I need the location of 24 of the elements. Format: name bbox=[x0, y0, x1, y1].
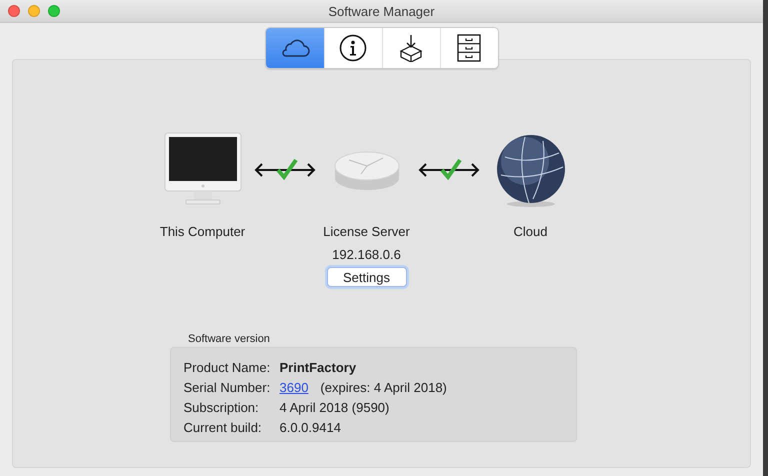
field-label: Subscription: bbox=[184, 400, 260, 415]
field-value: (expires: 4 April 2018) bbox=[320, 380, 447, 395]
info-icon bbox=[339, 34, 367, 62]
close-button[interactable] bbox=[8, 5, 20, 17]
field-label: Current build: bbox=[184, 420, 263, 435]
globe-icon bbox=[494, 133, 566, 207]
node-label: License Server bbox=[323, 224, 410, 239]
toolbar-tab[interactable] bbox=[440, 28, 498, 68]
settings-button[interactable]: Settings bbox=[326, 267, 406, 287]
toolbar-tab[interactable] bbox=[324, 28, 382, 68]
box-download-icon bbox=[398, 34, 424, 62]
field-label: Product Name: bbox=[184, 360, 272, 375]
field-value: PrintFactory bbox=[280, 360, 358, 375]
field-label: Serial Number: bbox=[184, 380, 272, 395]
cabinet-icon bbox=[457, 34, 481, 62]
field-value: 4 April 2018 (9590) bbox=[280, 400, 390, 415]
field-value: 6.0.0.9414 bbox=[280, 420, 342, 435]
toolbar-tab[interactable] bbox=[382, 28, 440, 68]
node-label: Cloud bbox=[514, 224, 548, 239]
node-label: This Computer bbox=[160, 224, 246, 239]
window-title: Software Manager bbox=[328, 4, 435, 18]
section-title: Software version bbox=[188, 333, 270, 345]
ip-address: 192.168.0.6 bbox=[332, 247, 401, 262]
serial-link[interactable]: 3690 bbox=[280, 380, 308, 395]
